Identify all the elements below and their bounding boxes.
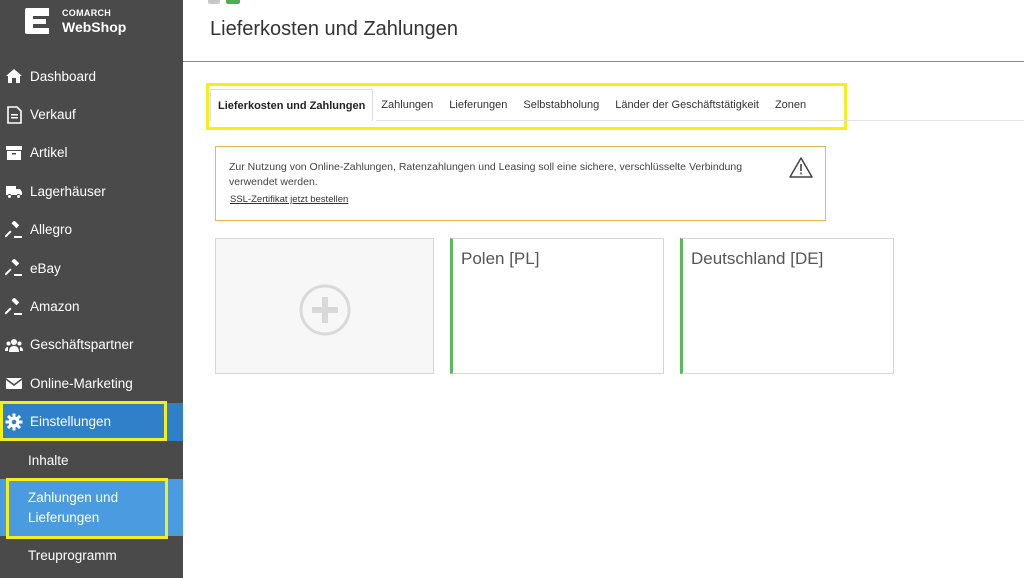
- divider: [183, 61, 1024, 62]
- document-icon: [4, 105, 24, 125]
- sidebar-item-label: eBay: [30, 260, 61, 276]
- brand-small: COMARCH: [62, 7, 112, 18]
- sidebar-item-label: Artikel: [30, 145, 68, 161]
- alert-message: Zur Nutzung von Online-Zahlungen, Ratenz…: [229, 161, 743, 188]
- tab-lieferungen[interactable]: Lieferungen: [441, 89, 515, 121]
- sidebar-item-artikel[interactable]: Artikel: [0, 134, 183, 172]
- sidebar-subitem-label: Zahlungen und Lieferungen: [28, 489, 119, 525]
- sidebar-item-einstellungen[interactable]: Einstellungen: [0, 402, 183, 441]
- page-title: Lieferkosten und Zahlungen: [210, 18, 458, 40]
- gear-icon: [4, 412, 24, 432]
- sidebar-item-geschaeftspartner[interactable]: Geschäftspartner: [0, 326, 183, 364]
- webshop-logo-icon: [25, 8, 49, 34]
- card-title: Deutschland [DE]: [691, 249, 824, 268]
- truck-icon: [4, 181, 24, 201]
- box-icon: [4, 143, 24, 163]
- sidebar-item-lagerhaeuser[interactable]: Lagerhäuser: [0, 172, 183, 210]
- sidebar-item-online-marketing[interactable]: Online-Marketing: [0, 364, 183, 402]
- sidebar-item-dashboard[interactable]: Dashboard: [0, 57, 183, 95]
- sidebar: COMARCH WebShop Dashboard Verkauf Artike…: [0, 0, 183, 578]
- gavel-icon: [4, 258, 24, 278]
- logo[interactable]: COMARCH WebShop: [22, 4, 126, 38]
- add-country-card[interactable]: [215, 238, 434, 374]
- sidebar-nav: Dashboard Verkauf Artikel Lagerhäuser Al…: [0, 57, 183, 575]
- sidebar-item-label: Online-Marketing: [30, 375, 133, 391]
- sidebar-item-ebay[interactable]: eBay: [0, 249, 183, 287]
- tab-zonen[interactable]: Zonen: [767, 89, 814, 121]
- sidebar-subitem-treuprogramm[interactable]: Treuprogramm: [0, 536, 183, 574]
- tabs: Lieferkosten und Zahlungen Zahlungen Lie…: [210, 89, 814, 121]
- sidebar-item-amazon[interactable]: Amazon: [0, 287, 183, 325]
- sidebar-item-label: Einstellungen: [30, 414, 112, 430]
- tabs-divider: [376, 120, 1024, 121]
- sidebar-item-verkauf[interactable]: Verkauf: [0, 95, 183, 133]
- sidebar-item-label: Verkauf: [30, 107, 76, 123]
- sidebar-subitem-zahlungen-und-lieferungen[interactable]: Zahlungen und Lieferungen: [0, 479, 183, 537]
- home-icon: [4, 66, 24, 86]
- sidebar-item-label: Allegro: [30, 222, 73, 238]
- country-card-deutschland[interactable]: Deutschland [DE]: [680, 238, 894, 374]
- card-title: Polen [PL]: [461, 249, 540, 268]
- tab-selbstabholung[interactable]: Selbstabholung: [515, 89, 607, 121]
- gavel-icon: [4, 220, 24, 240]
- ssl-order-link[interactable]: SSL-Zertifikat jetzt bestellen: [230, 194, 348, 205]
- users-icon: [4, 335, 24, 355]
- warning-icon: [789, 157, 813, 178]
- ssl-warning-alert: Zur Nutzung von Online-Zahlungen, Ratenz…: [215, 146, 826, 221]
- breadcrumb-fragment: [208, 0, 240, 4]
- sidebar-subitem-inhalte[interactable]: Inhalte: [0, 441, 183, 479]
- plus-circle-icon: [299, 284, 351, 336]
- brand-large: WebShop: [62, 18, 127, 35]
- tab-lieferkosten-und-zahlungen[interactable]: Lieferkosten und Zahlungen: [210, 89, 374, 121]
- country-card-polen[interactable]: Polen [PL]: [450, 238, 664, 374]
- sidebar-subitem-label: Inhalte: [28, 452, 69, 468]
- sidebar-item-label: Amazon: [30, 299, 80, 315]
- sidebar-item-label: Dashboard: [30, 68, 97, 84]
- envelope-icon: [4, 373, 24, 393]
- tab-zahlungen[interactable]: Zahlungen: [373, 89, 441, 121]
- sidebar-item-allegro[interactable]: Allegro: [0, 211, 183, 249]
- sidebar-item-label: Geschäftspartner: [30, 337, 134, 353]
- tab-laender-der-geschaeftstaetigkeit[interactable]: Länder der Geschäftstätigkeit: [607, 89, 767, 121]
- gavel-icon: [4, 297, 24, 317]
- sidebar-subitem-label: Treuprogramm: [28, 547, 117, 563]
- sidebar-item-label: Lagerhäuser: [30, 183, 106, 199]
